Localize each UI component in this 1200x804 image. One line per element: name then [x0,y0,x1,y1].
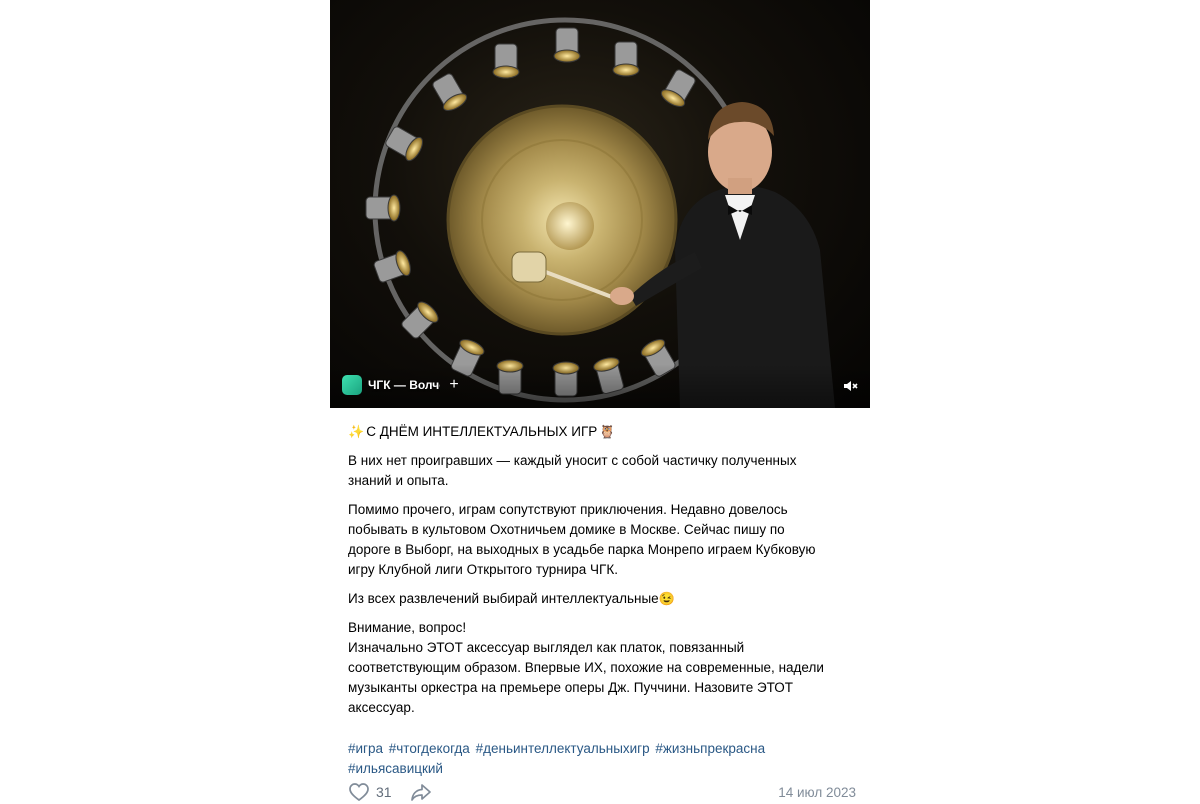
paragraph-line: игру Клубной лиги Открытого турнира ЧГК. [348,562,618,577]
paragraph-line: Помимо прочего, играм сопутствуют приклю… [348,502,788,517]
post-date: 14 июл 2023 [778,784,856,800]
paragraph-line: дороге в Выборг, на выходных в усадьбе п… [348,542,816,557]
post-text: ✨ С ДНЁМ ИНТЕЛЛЕКТУАЛЬНЫХ ИГР 🦉 В них не… [330,408,870,779]
hashtags-line-1: #игра #чтогдекогда #деньинтеллектуальных… [348,739,852,759]
post-footer: 31 14 июл 2023 [348,780,856,804]
mute-speaker-icon[interactable] [842,378,858,394]
heart-icon[interactable] [348,782,370,802]
video-channel-badge[interactable]: ЧГК — Волчок + [342,374,462,396]
video-player[interactable]: ЧГК — Волчок + [330,0,870,408]
hashtag-link[interactable]: #игра [348,741,383,756]
video-frame-gong-scene [365,17,835,408]
paragraph-line: знаний и опыта. [348,473,449,488]
share-icon[interactable] [410,782,432,802]
hashtag-link[interactable]: #ильясавицкий [348,761,443,776]
paragraph-2: Помимо прочего, играм сопутствуют приклю… [348,500,852,580]
paragraph-line: соответствующим образом. Впервые ИХ, пох… [348,660,824,675]
channel-logo-icon [342,375,362,395]
paragraph-line: музыканты оркестра на премьере оперы Дж.… [348,680,794,695]
paragraph-line: Внимание, вопрос! [348,620,467,635]
paragraph-line: Изначально ЭТОТ аксессуар выглядел как п… [348,640,745,655]
channel-name[interactable]: ЧГК — Волчок [368,378,440,392]
owl-emoji-icon: 🦉 [599,424,616,439]
hashtag-link[interactable]: #жизньпрекрасна [655,741,765,756]
paragraph-line: побывать в культовом Охотничьем домике в… [348,522,785,537]
hashtag-link[interactable]: #чтогдекогда [389,741,470,756]
post-title-text: С ДНЁМ ИНТЕЛЛЕКТУАЛЬНЫХ ИГР [366,424,598,439]
hashtag-link[interactable]: #деньинтеллектуальныхигр [476,741,650,756]
sparkles-emoji-icon: ✨ [348,424,365,439]
subscribe-plus-icon[interactable]: + [446,377,462,393]
post-card: ЧГК — Волчок + ✨ С ДНЁМ ИНТЕЛЛЕКТУАЛЬНЫХ… [330,0,870,802]
hashtags: #игра #чтогдекогда #деньинтеллектуальных… [348,739,852,779]
wink-emoji-icon: 😉 [658,591,675,606]
hashtags-line-2: #ильясавицкий [348,759,852,779]
paragraph-1: В них нет проигравших — каждый уносит с … [348,451,852,491]
paragraph-4: Внимание, вопрос! Изначально ЭТОТ аксесс… [348,618,852,718]
paragraph-line: Из всех развлечений выбирай интеллектуал… [348,591,659,606]
paragraph-3: Из всех развлечений выбирай интеллектуал… [348,589,852,609]
paragraph-line: В них нет проигравших — каждый уносит с … [348,453,797,468]
paragraph-line: аксессуар. [348,700,415,715]
like-count[interactable]: 31 [376,784,392,800]
post-title: ✨ С ДНЁМ ИНТЕЛЛЕКТУАЛЬНЫХ ИГР 🦉 [348,422,852,442]
